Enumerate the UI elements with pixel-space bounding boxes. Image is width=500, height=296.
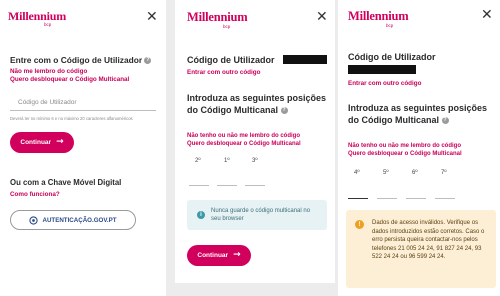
- login-panel-user-code: Millennium bcp ✕ Entre com o Código de U…: [0, 0, 166, 296]
- info-text: Nunca guarde o código multicanal no seu …: [211, 208, 311, 222]
- continue-label: Continuar: [197, 252, 229, 259]
- warning-icon: !: [355, 220, 364, 229]
- continue-button[interactable]: Continuar →: [10, 132, 74, 153]
- alt-login-heading: Ou com a Chave Móvel Digital: [10, 178, 122, 187]
- unlock-code-link[interactable]: Quero desbloquear o Código Multicanal: [10, 76, 129, 83]
- arrow-right-icon: →: [56, 137, 64, 147]
- position-input[interactable]: [217, 185, 237, 186]
- user-code-heading: Código de Utilizador: [348, 52, 436, 62]
- logo-sub: bcp: [223, 24, 231, 29]
- forgot-code-link[interactable]: Não me lembro do código: [10, 68, 87, 75]
- positions-heading: Introduza as seguintes posições do Códig…: [187, 93, 327, 115]
- close-icon[interactable]: ✕: [481, 8, 493, 22]
- user-code-underline: [10, 110, 156, 111]
- error-text: Dados de acesso inválidos. Verifique os …: [372, 220, 485, 261]
- millennium-logo: Millennium: [348, 9, 409, 23]
- forgot-code-link[interactable]: Não tenho ou não me lembro do código: [187, 133, 300, 139]
- gov-pt-label: AUTENTICAÇÃO.GOV.PT: [42, 216, 117, 224]
- position-input[interactable]: [435, 198, 455, 199]
- position-label: 1º: [224, 158, 230, 164]
- close-icon[interactable]: ✕: [146, 10, 158, 24]
- position-label: 7º: [441, 170, 447, 176]
- help-icon[interactable]: ?: [441, 116, 449, 124]
- input-hint: Deverá ter no mínimo 6 e no máximo 20 ca…: [10, 116, 133, 121]
- position-label: 4º: [354, 170, 360, 176]
- info-message: i Nunca guarde o código multicanal no se…: [187, 200, 327, 230]
- redacted-user-code: [283, 55, 327, 64]
- gov-pt-button[interactable]: AUTENTICAÇÃO.GOV.PT: [10, 210, 136, 230]
- info-icon: i: [197, 211, 205, 219]
- gov-pt-icon: [29, 215, 39, 225]
- arrow-right-icon: →: [233, 250, 241, 260]
- millennium-logo: Millennium: [8, 9, 67, 23]
- position-input[interactable]: [348, 198, 368, 199]
- user-code-heading: Código de Utilizador: [187, 55, 275, 65]
- help-icon[interactable]: ?: [144, 57, 152, 65]
- continue-button[interactable]: Continuar →: [187, 245, 251, 266]
- unlock-code-link[interactable]: Quero desbloquear o Código Multicanal: [187, 141, 301, 147]
- positions-heading: Introduza as seguintes posições do Códig…: [348, 103, 488, 125]
- close-icon[interactable]: ✕: [316, 10, 328, 24]
- millennium-logo: Millennium: [187, 10, 248, 24]
- position-label: 5º: [383, 170, 389, 176]
- position-input[interactable]: [377, 198, 397, 199]
- forgot-code-link[interactable]: Não tenho ou não me lembro do código: [348, 143, 461, 149]
- redacted-user-code: [348, 65, 416, 74]
- logo-sub: bcp: [386, 23, 394, 28]
- unlock-code-link[interactable]: Quero desbloquear o Código Multicanal: [348, 151, 462, 157]
- position-input[interactable]: [406, 198, 426, 199]
- login-panel-error: Millennium bcp ✕ Código de Utilizador En…: [338, 0, 500, 296]
- continue-label: Continuar: [20, 139, 52, 146]
- login-panel-positions: Millennium bcp ✕ Código de Utilizador En…: [175, 0, 335, 283]
- user-code-input[interactable]: Código de Utilizador: [18, 99, 77, 106]
- other-code-link[interactable]: Entrar com outro código: [348, 80, 421, 87]
- position-label: 3º: [252, 158, 258, 164]
- logo-sub: bcp: [44, 22, 52, 27]
- position-label: 6º: [412, 170, 418, 176]
- how-it-works-link[interactable]: Como funciona?: [10, 191, 60, 198]
- position-input[interactable]: [189, 185, 209, 186]
- page-title: Entre com o Código de Utilizador ?: [10, 55, 152, 65]
- position-input[interactable]: [245, 185, 265, 186]
- error-message: ! Dados de acesso inválidos. Verifique o…: [346, 210, 496, 288]
- position-label: 2º: [195, 158, 201, 164]
- help-icon[interactable]: ?: [280, 106, 288, 114]
- other-code-link[interactable]: Entrar com outro código: [187, 69, 260, 76]
